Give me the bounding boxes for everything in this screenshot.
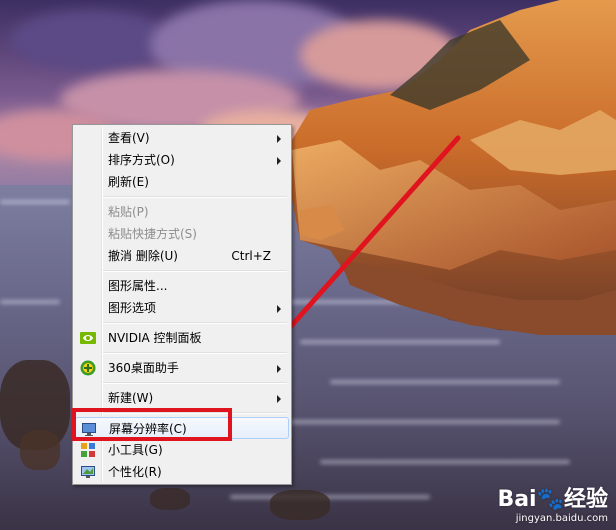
gadgets-icon [80,442,96,458]
menu-item-label: 个性化(R) [108,465,162,479]
submenu-arrow-icon [277,395,281,403]
menu-item-personalize[interactable]: 个性化(R) [75,461,289,483]
menu-item-gadgets[interactable]: 小工具(G) [75,439,289,461]
menu-item-graphics-properties[interactable]: 图形属性... [75,275,289,297]
menu-item-graphics-options[interactable]: 图形选项 [75,297,289,319]
menu-item-label: 新建(W) [108,391,154,405]
menu-item-label: 小工具(G) [108,443,163,457]
menu-item-label: 粘贴(P) [108,205,149,219]
submenu-arrow-icon [277,135,281,143]
submenu-arrow-icon [277,157,281,165]
360-assistant-icon [80,360,96,376]
menu-separator [103,270,287,272]
menu-separator [103,382,287,384]
menu-item-label: 排序方式(O) [108,153,175,167]
menu-item-label: 粘贴快捷方式(S) [108,227,197,241]
menu-item-view[interactable]: 查看(V) [75,127,289,149]
menu-item-label: 360桌面助手 [108,361,179,375]
menu-separator [103,322,287,324]
highlight-box [72,408,232,441]
menu-item-undo-delete[interactable]: 撤消 删除(U) Ctrl+Z [75,245,289,267]
menu-item-label: 图形属性... [108,279,168,293]
watermark-brand: Bai🐾经验 [497,487,608,512]
menu-item-label: 撤消 删除(U) [108,249,178,263]
menu-separator [103,196,287,198]
watermark-url: jingyan.baidu.com [515,513,608,524]
menu-item-label: 图形选项 [108,301,157,315]
menu-item-360-desktop-assistant[interactable]: 360桌面助手 [75,357,289,379]
menu-item-label: 刷新(E) [108,175,149,189]
menu-item-refresh[interactable]: 刷新(E) [75,171,289,193]
menu-item-paste-shortcut[interactable]: 粘贴快捷方式(S) [75,223,289,245]
submenu-arrow-icon [277,365,281,373]
submenu-arrow-icon [277,305,281,313]
menu-item-sort-by[interactable]: 排序方式(O) [75,149,289,171]
personalize-icon [80,464,96,480]
menu-item-label: 查看(V) [108,131,150,145]
menu-item-label: NVIDIA 控制面板 [108,331,202,345]
menu-item-paste[interactable]: 粘贴(P) [75,201,289,223]
menu-item-shortcut: Ctrl+Z [231,249,271,263]
nvidia-icon [80,330,96,346]
watermark: Bai🐾经验 jingyan.baidu.com [497,481,608,524]
menu-item-new[interactable]: 新建(W) [75,387,289,409]
menu-item-nvidia-control-panel[interactable]: NVIDIA 控制面板 [75,327,289,349]
menu-separator [103,352,287,354]
